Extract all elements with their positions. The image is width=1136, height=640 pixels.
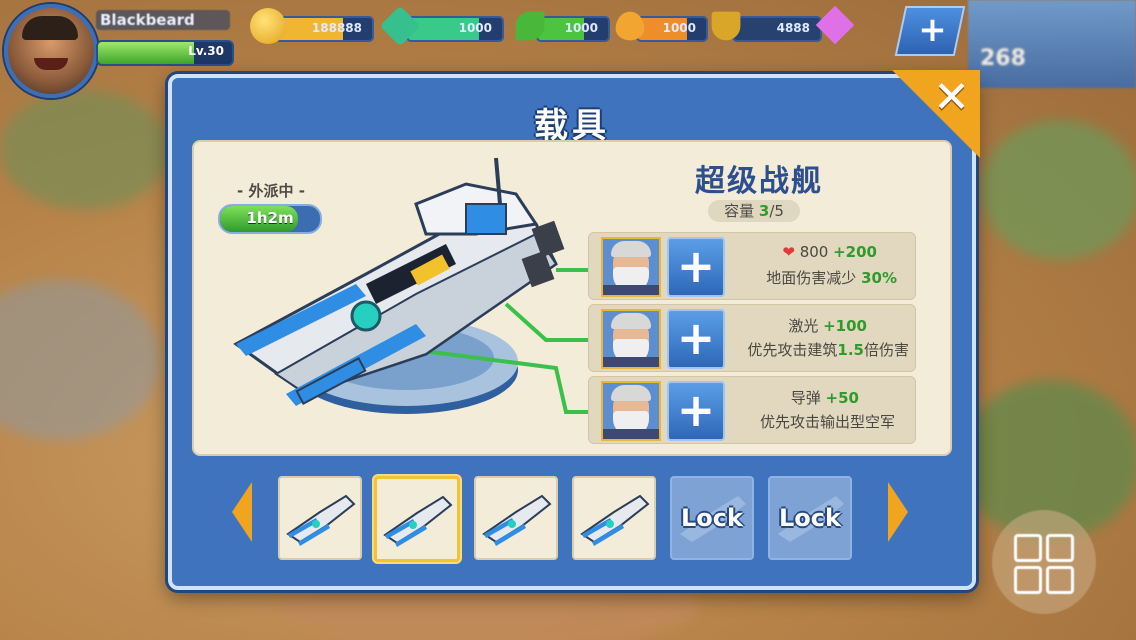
add-crew-button[interactable]: + [667,381,725,441]
vehicle-icon [482,494,552,546]
vehicle-icon [286,494,356,546]
add-crew-button[interactable]: + [667,237,725,297]
vehicle-dialog: 载具 ✕ - 外派中 - 1h2m 超级战舰 容量 3/5 + ❤ 800 +2… [168,70,980,590]
gold-coin-icon [250,8,286,44]
oil-drop-icon [615,11,645,41]
crystal-resource[interactable]: 1000 [379,5,506,47]
trophy-resource[interactable]: 4888 [708,8,828,44]
ship-name: 超级战舰 [695,164,823,199]
gold-resource[interactable]: 188888 [250,8,376,44]
vehicle-thumb-2[interactable] [374,476,460,562]
heart-icon: ❤ [782,243,795,261]
grid-icon [1014,534,1042,562]
crew-slot-1: + ❤ 800 +200 地面伤害减少 30% [588,232,916,300]
vehicle-icon [383,495,453,547]
oil-resource[interactable]: 1000 [612,8,708,44]
close-icon: ✕ [933,72,970,123]
crew-portrait[interactable] [601,381,661,441]
capacity-badge: 容量 3/5 [708,200,800,222]
topright-panel[interactable]: 268 [968,0,1136,88]
vehicle-thumb-3[interactable] [474,476,558,560]
vehicle-thumb-1[interactable] [278,476,362,560]
player-name: Blackbeard [96,10,230,30]
buy-resource-button[interactable]: + [894,6,966,56]
leaf-icon [515,11,545,41]
battleship-image [233,157,596,414]
vehicle-thumb-4[interactable] [572,476,656,560]
crew-slot-3: + 导弹 +50 优先攻击输出型空军 [588,376,916,444]
level-text: Lv.30 [188,44,224,58]
vehicle-thumb-locked-6[interactable]: Lock [768,476,852,560]
leaf-resource[interactable]: 1000 [512,8,612,44]
crew-portrait[interactable] [601,237,661,297]
crew-slot-2: + 激光 +100 优先攻击建筑1.5倍伤害 [588,304,916,372]
crew-portrait[interactable] [601,309,661,369]
top-hud: Blackbeard Lv.30 188888 1000 1000 1000 4… [0,0,1136,98]
player-avatar[interactable] [4,4,98,98]
add-crew-button[interactable]: + [667,309,725,369]
menu-grid-button[interactable] [992,510,1096,614]
trophy-icon [711,11,741,41]
vehicle-thumb-locked-5[interactable]: Lock [670,476,754,560]
next-arrow-button[interactable] [888,482,908,542]
lock-label: Lock [779,504,841,532]
xp-bar: Lv.30 [96,40,234,66]
vehicle-icon [580,494,650,546]
lock-label: Lock [681,504,743,532]
vehicle-detail-panel: - 外派中 - 1h2m 超级战舰 容量 3/5 + ❤ 800 +200 地面… [192,140,952,456]
prev-arrow-button[interactable] [232,482,252,542]
